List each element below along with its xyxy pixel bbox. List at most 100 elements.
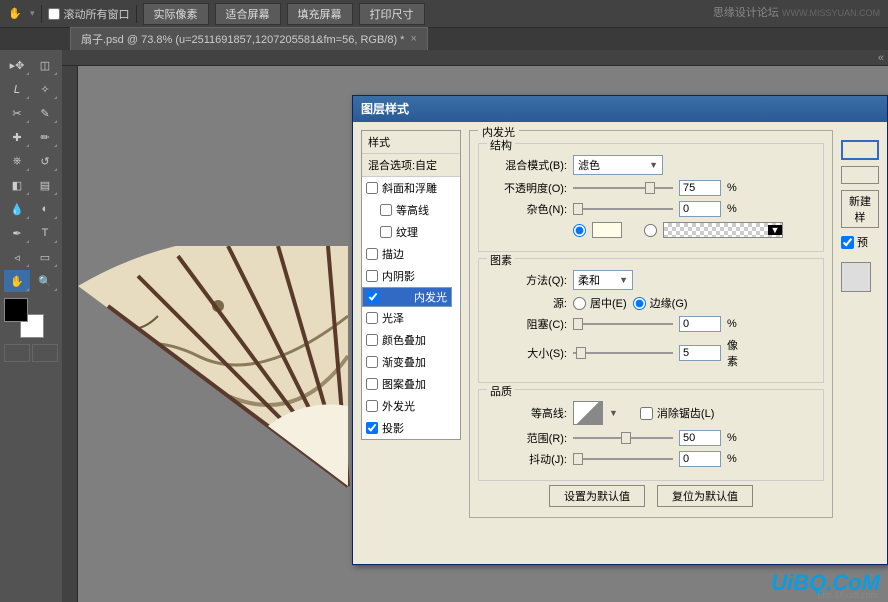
history-brush-tool[interactable]: ↺ — [32, 150, 58, 172]
solid-color-radio[interactable] — [573, 224, 586, 237]
scroll-all-label: 滚动所有窗口 — [64, 6, 130, 22]
blend-mode-label: 混合模式(B): — [487, 157, 567, 173]
style-checkbox[interactable] — [366, 356, 378, 368]
dialog-title[interactable]: 图层样式 — [353, 96, 887, 122]
style-label: 外发光 — [382, 398, 415, 414]
style-item-3[interactable]: 描边 — [362, 243, 460, 265]
marquee-tool[interactable]: ◫ — [32, 54, 58, 76]
style-item-8[interactable]: 渐变叠加 — [362, 351, 460, 373]
print-size-button[interactable]: 打印尺寸 — [359, 3, 425, 25]
technique-select[interactable]: 柔和▼ — [573, 270, 633, 290]
style-label: 图案叠加 — [382, 376, 426, 392]
toolbox: ▸✥ ◫ 𝘓 ✧ ✂ ✎ ✚ ✏ ⎈ ↺ ◧ ▤ 💧 ◐ ✒ T ◃ ▭ ✋ 🔍 — [0, 50, 62, 366]
style-checkbox[interactable] — [367, 291, 379, 303]
document-tab[interactable]: 扇子.psd @ 73.8% (u=2511691857,1207205581&… — [70, 27, 428, 50]
hand-tool[interactable]: ✋ — [4, 270, 30, 292]
opacity-slider[interactable] — [573, 181, 673, 195]
style-checkbox[interactable] — [380, 204, 392, 216]
style-item-11[interactable]: 投影 — [362, 417, 460, 439]
style-checkbox[interactable] — [366, 312, 378, 324]
blend-options-header[interactable]: 混合选项:自定 — [362, 154, 460, 177]
style-checkbox[interactable] — [366, 334, 378, 346]
new-style-button[interactable]: 新建样 — [841, 190, 879, 228]
blur-tool[interactable]: 💧 — [4, 198, 30, 220]
style-item-9[interactable]: 图案叠加 — [362, 373, 460, 395]
choke-slider[interactable] — [573, 317, 673, 331]
zoom-tool[interactable]: 🔍 — [32, 270, 58, 292]
actual-pixels-button[interactable]: 实际像素 — [143, 3, 209, 25]
magic-wand-tool[interactable]: ✧ — [32, 78, 58, 100]
style-item-4[interactable]: 内阴影 — [362, 265, 460, 287]
range-input[interactable] — [679, 430, 721, 446]
scroll-all-input[interactable] — [48, 8, 60, 20]
gradient-tool[interactable]: ▤ — [32, 174, 58, 196]
stamp-tool[interactable]: ⎈ — [4, 150, 30, 172]
dropdown-arrow-icon[interactable]: ▾ — [30, 8, 35, 19]
elements-legend: 图素 — [487, 252, 515, 268]
quickmask-mode-button[interactable] — [32, 344, 58, 362]
style-item-7[interactable]: 颜色叠加 — [362, 329, 460, 351]
style-label: 投影 — [382, 420, 404, 436]
contour-picker[interactable] — [573, 401, 603, 425]
antialias-checkbox[interactable]: 消除锯齿(L) — [640, 405, 714, 421]
source-edge-radio[interactable]: 边缘(G) — [633, 295, 688, 311]
style-checkbox[interactable] — [366, 378, 378, 390]
crop-tool[interactable]: ✂ — [4, 102, 30, 124]
blend-mode-select[interactable]: 滤色▼ — [573, 155, 663, 175]
shape-tool[interactable]: ▭ — [32, 246, 58, 268]
preview-checkbox[interactable]: 预 — [841, 234, 879, 250]
style-checkbox[interactable] — [366, 248, 378, 260]
pen-tool[interactable]: ✒ — [4, 222, 30, 244]
style-checkbox[interactable] — [380, 226, 392, 238]
healing-tool[interactable]: ✚ — [4, 126, 30, 148]
scroll-all-checkbox[interactable]: 滚动所有窗口 — [48, 6, 130, 22]
reset-default-button[interactable]: 复位为默认值 — [657, 485, 753, 507]
ok-button[interactable] — [841, 140, 879, 160]
style-item-10[interactable]: 外发光 — [362, 395, 460, 417]
glow-color-swatch[interactable] — [592, 222, 622, 238]
source-center-radio[interactable]: 居中(E) — [573, 295, 627, 311]
fill-screen-button[interactable]: 填充屏幕 — [287, 3, 353, 25]
style-header[interactable]: 样式 — [362, 131, 460, 154]
style-checkbox[interactable] — [366, 422, 378, 434]
gradient-swatch[interactable]: ▼ — [663, 222, 783, 238]
size-slider[interactable] — [573, 346, 673, 360]
standard-mode-button[interactable] — [4, 344, 30, 362]
percent-unit: % — [727, 453, 747, 465]
style-checkbox[interactable] — [366, 182, 378, 194]
type-tool[interactable]: T — [32, 222, 58, 244]
color-swatches[interactable] — [4, 298, 44, 338]
style-item-0[interactable]: 斜面和浮雕 — [362, 177, 460, 199]
eyedropper-tool[interactable]: ✎ — [32, 102, 58, 124]
style-item-6[interactable]: 光泽 — [362, 307, 460, 329]
jitter-slider[interactable] — [573, 452, 673, 466]
fit-screen-button[interactable]: 适合屏幕 — [215, 3, 281, 25]
style-item-5[interactable]: 内发光 — [362, 287, 452, 307]
opacity-input[interactable] — [679, 180, 721, 196]
style-item-1[interactable]: 等高线 — [362, 199, 460, 221]
style-checkbox[interactable] — [366, 270, 378, 282]
noise-input[interactable] — [679, 201, 721, 217]
style-label: 光泽 — [382, 310, 404, 326]
chevron-down-icon[interactable]: ▼ — [609, 408, 618, 418]
choke-input[interactable] — [679, 316, 721, 332]
brush-tool[interactable]: ✏ — [32, 126, 58, 148]
move-tool[interactable]: ▸✥ — [4, 54, 30, 76]
jitter-input[interactable] — [679, 451, 721, 467]
eraser-tool[interactable]: ◧ — [4, 174, 30, 196]
style-checkbox[interactable] — [366, 400, 378, 412]
range-slider[interactable] — [573, 431, 673, 445]
size-input[interactable] — [679, 345, 721, 361]
dodge-tool[interactable]: ◐ — [32, 198, 58, 220]
panel-collapse-icon[interactable]: « — [878, 52, 884, 64]
lasso-tool[interactable]: 𝘓 — [4, 78, 30, 100]
cancel-button[interactable] — [841, 166, 879, 184]
noise-slider[interactable] — [573, 202, 673, 216]
path-select-tool[interactable]: ◃ — [4, 246, 30, 268]
foreground-swatch[interactable] — [4, 298, 28, 322]
pixels-unit: 像素 — [727, 337, 747, 369]
close-tab-icon[interactable]: × — [410, 33, 416, 45]
style-item-2[interactable]: 纹理 — [362, 221, 460, 243]
make-default-button[interactable]: 设置为默认值 — [549, 485, 645, 507]
gradient-radio[interactable] — [644, 224, 657, 237]
